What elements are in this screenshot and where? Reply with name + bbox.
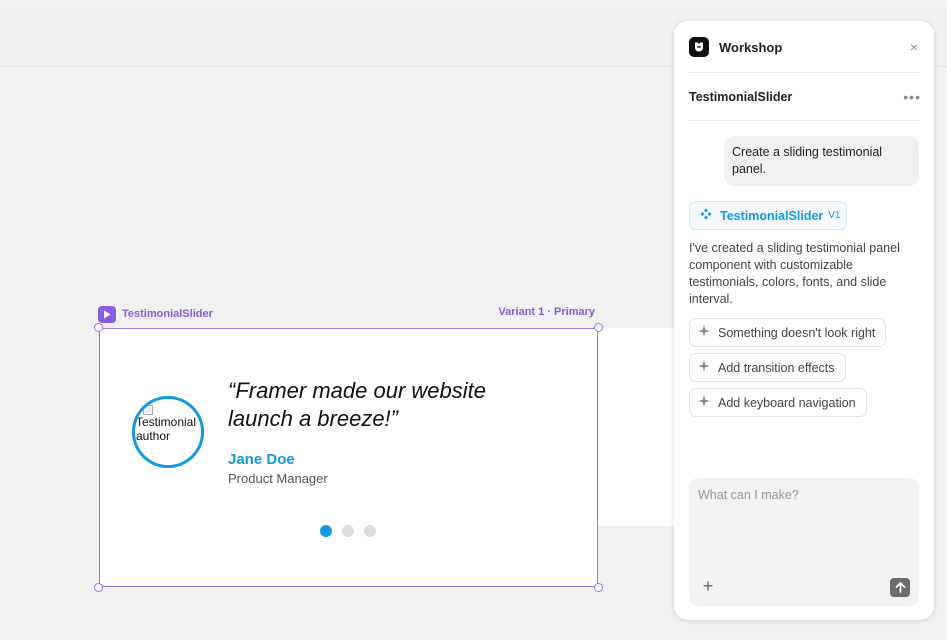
slide-dot-1[interactable]: [320, 525, 332, 537]
prompt-box: +: [689, 478, 919, 606]
workshop-logo-icon: [689, 37, 709, 57]
slide-dot-3[interactable]: [364, 525, 376, 537]
broken-image-icon: [143, 405, 153, 415]
close-icon[interactable]: ×: [907, 39, 921, 55]
divider: [688, 120, 920, 121]
user-message: Create a sliding testimonial panel.: [724, 136, 919, 186]
resize-handle-bottom-left[interactable]: [94, 583, 103, 592]
frame-label-text: TestimonialSlider: [122, 308, 213, 320]
assistant-reply: I've created a sliding testimonial panel…: [689, 241, 900, 306]
frame-label[interactable]: TestimonialSlider: [98, 305, 213, 323]
resize-handle-top-right[interactable]: [594, 323, 603, 332]
plus-icon[interactable]: +: [699, 577, 717, 596]
play-icon[interactable]: [98, 305, 116, 323]
suggestion-button[interactable]: Something doesn't look right: [689, 318, 887, 347]
divider: [688, 72, 920, 73]
component-icon: [700, 207, 712, 225]
component-version-chip[interactable]: TestimonialSlider V1: [689, 201, 847, 230]
slide-dot-2[interactable]: [342, 525, 354, 537]
variant-label[interactable]: Variant 1 · Primary: [470, 306, 595, 318]
chip-version: V1: [828, 210, 841, 221]
slide-dots: [320, 525, 376, 537]
suggestion-label: Add keyboard navigation: [718, 395, 856, 410]
component-row: TestimonialSlider •••: [689, 87, 921, 107]
sparkle-icon: [698, 360, 710, 375]
resize-handle-bottom-right[interactable]: [594, 583, 603, 592]
sparkle-icon: [698, 395, 710, 410]
avatar: Testimonial author: [132, 396, 204, 468]
send-arrow-icon[interactable]: [890, 578, 910, 597]
suggestion-button[interactable]: Add keyboard navigation: [689, 388, 867, 417]
chip-name: TestimonialSlider: [720, 208, 824, 223]
testimonial-slider-frame[interactable]: Testimonial author “Framer made our webs…: [99, 328, 598, 587]
testimonial-quote: “Framer made our website launch a breeze…: [228, 378, 486, 431]
suggestion-button[interactable]: Add transition effects: [689, 353, 846, 382]
avatar-alt-text: Testimonial author: [136, 415, 197, 443]
author-role: Product Manager: [228, 471, 328, 486]
component-name: TestimonialSlider: [689, 90, 793, 104]
workshop-panel: Workshop × TestimonialSlider ••• Create …: [674, 21, 934, 620]
suggestion-label: Add transition effects: [718, 360, 835, 375]
more-options-icon[interactable]: •••: [903, 89, 921, 105]
panel-header: Workshop ×: [689, 36, 921, 58]
resize-handle-top-left[interactable]: [94, 323, 103, 332]
panel-title: Workshop: [719, 39, 783, 55]
suggestion-label: Something doesn't look right: [718, 325, 876, 340]
sparkle-icon: [698, 325, 710, 340]
prompt-input[interactable]: [689, 478, 919, 573]
author-name: Jane Doe: [228, 451, 295, 468]
